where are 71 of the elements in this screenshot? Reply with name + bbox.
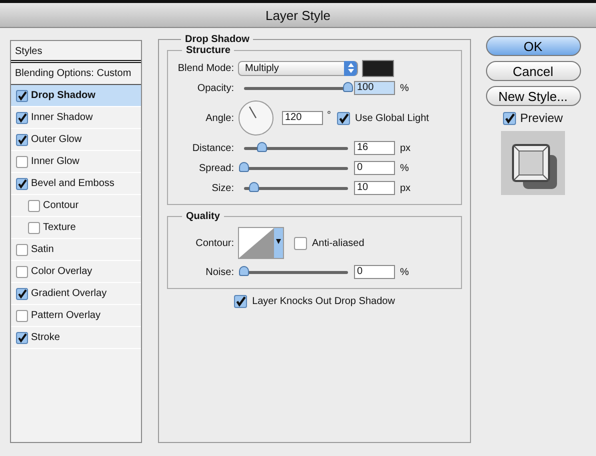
checkbox[interactable] [234,295,248,308]
input-field[interactable]: 10 [354,181,395,195]
input-field[interactable]: 16 [354,141,395,155]
stepper-icon [344,60,357,76]
field-label: Distance: [191,142,235,154]
style-preview-drawing [501,131,565,195]
style-item[interactable]: Pattern Overlay [11,305,141,327]
checkbox-label: Use Global Light [355,112,429,124]
checkbox[interactable] [294,236,307,250]
field-label: Size: [210,182,235,194]
style-item[interactable]: Texture [11,217,141,239]
style-item[interactable]: Inner Shadow [11,107,141,129]
unit-label: ° [327,110,331,120]
unit-label: % [400,266,409,278]
angle-dial[interactable] [238,100,274,136]
checkbox[interactable] [28,200,40,212]
checkbox[interactable] [16,310,28,322]
field-label: Contour: [194,238,235,248]
style-item[interactable]: Inner Glow [11,151,141,173]
window-title: Layer Style [265,8,331,22]
checkbox[interactable] [16,156,28,168]
contour-picker[interactable] [238,227,284,259]
field-label: Noise: [204,266,235,278]
checkbox-label: Anti-aliased [312,238,364,248]
section-title: Drop Shadow [184,34,250,45]
dialog-button[interactable]: New Style... [486,86,580,106]
checkbox[interactable] [337,112,350,124]
checkbox-label: Layer Knocks Out Drop Shadow [252,296,395,307]
list-header: Styles [11,41,141,63]
field-label: Angle: [204,112,235,124]
checkbox[interactable] [16,332,28,344]
section-title: Structure [185,45,232,56]
section-title: Quality [185,211,221,222]
slider-thumb[interactable] [249,182,260,192]
style-item[interactable]: Color Overlay [11,261,141,283]
style-item[interactable]: Drop Shadow [11,85,141,107]
style-item[interactable]: Stroke [11,327,141,349]
style-item[interactable]: Contour [11,195,141,217]
unit-label: % [400,162,409,174]
checkbox[interactable] [16,178,28,190]
checkbox[interactable] [16,244,28,256]
checkbox[interactable] [16,134,28,146]
unit-label: px [400,142,411,154]
slider-thumb[interactable] [343,82,353,92]
input-field[interactable]: 120 [282,111,323,125]
unit-label: px [400,182,411,194]
field-label: Opacity: [196,82,235,94]
dialog-button[interactable]: Cancel [486,61,580,81]
checkbox[interactable] [16,266,28,278]
slider-thumb[interactable] [239,162,249,172]
color-swatch[interactable] [362,60,394,76]
slider-thumb[interactable] [239,266,249,276]
field-label: Spread: [198,162,235,174]
checkbox-label: Preview [520,111,563,125]
blend-mode-select[interactable]: Multiply [238,60,358,76]
unit-label: % [400,82,409,94]
style-item[interactable]: Outer Glow [11,129,141,151]
slider-thumb[interactable] [256,142,267,152]
checkbox[interactable] [28,222,40,234]
style-item[interactable]: Bevel and Emboss [11,173,141,195]
checkbox[interactable] [16,288,28,300]
checkbox[interactable] [503,112,516,124]
checkbox[interactable] [16,90,28,102]
field-label: Blend Mode: [176,62,235,74]
style-item[interactable]: Satin [11,239,141,261]
input-field[interactable]: 0 [354,161,395,175]
checkbox[interactable] [16,112,28,124]
dialog-button[interactable]: OK [486,36,580,56]
input-field[interactable]: 0 [354,265,395,279]
input-field[interactable]: 100 [354,81,395,95]
style-item[interactable]: Gradient Overlay [11,283,141,305]
